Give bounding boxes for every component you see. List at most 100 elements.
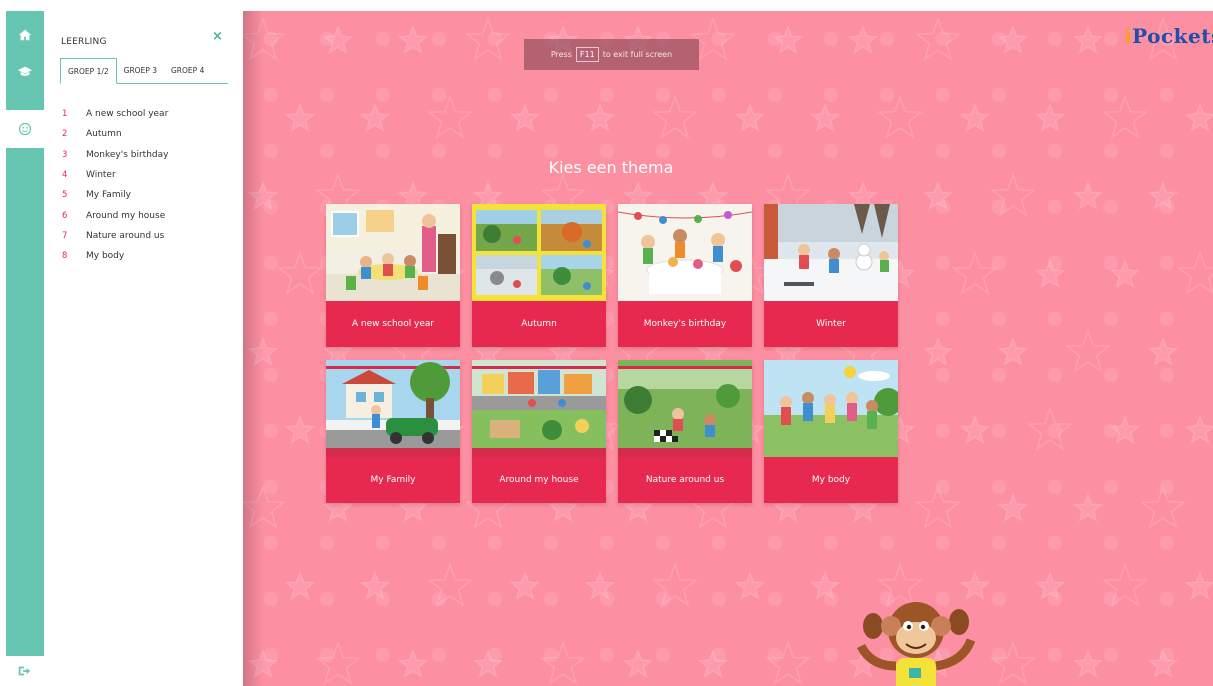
- background-star: [427, 94, 473, 139]
- background-star: [997, 24, 1029, 54]
- neighbourhood-illustration: [472, 360, 606, 457]
- background-star: [997, 492, 1029, 522]
- background-star: [1065, 328, 1111, 373]
- theme-list-item[interactable]: 8 My body: [62, 246, 168, 266]
- sidebar-title: LEERLING: [61, 37, 107, 47]
- theme-label: My body: [86, 251, 125, 262]
- background-star: [809, 102, 841, 132]
- background-star: [1184, 414, 1213, 444]
- background-star: [952, 250, 998, 295]
- tab-groep-3[interactable]: GROEP 3: [117, 58, 164, 83]
- theme-label: Around my house: [86, 210, 166, 221]
- theme-card-label: A new school year: [351, 319, 435, 329]
- background-star: [359, 570, 391, 600]
- background-star: [697, 648, 729, 678]
- main-area: Press F11 to exit full screen iPockets K…: [243, 11, 1213, 686]
- classroom-illustration: [326, 204, 460, 301]
- group-tabs: GROEP 1/2 GROEP 3 GROEP 4: [60, 58, 228, 84]
- background-star: [959, 414, 991, 444]
- background-star: [322, 24, 354, 54]
- fullscreen-hint-suffix: to exit full screen: [602, 50, 673, 59]
- background-star: [397, 648, 429, 678]
- background-star: [243, 16, 286, 61]
- background-star: [847, 24, 879, 54]
- fullscreen-hint-prefix: Press: [550, 50, 572, 59]
- smiley-icon[interactable]: [6, 110, 44, 148]
- birthday-illustration: [618, 204, 752, 301]
- close-icon[interactable]: ×: [212, 29, 223, 44]
- background-star: [284, 414, 316, 444]
- home-icon[interactable]: [6, 16, 44, 54]
- background-star: [540, 640, 586, 685]
- background-star: [1147, 336, 1179, 366]
- fullscreen-hint: Press F11 to exit full screen: [524, 39, 699, 70]
- background-star: [622, 648, 654, 678]
- theme-card-label: My body: [811, 475, 851, 485]
- background-star: [1140, 484, 1186, 529]
- tab-groep-4[interactable]: GROEP 4: [164, 58, 211, 83]
- theme-card[interactable]: My body: [764, 360, 898, 503]
- background-star: [915, 484, 961, 529]
- background-star: [765, 640, 811, 685]
- children-playing-illustration: [764, 360, 898, 457]
- logout-icon[interactable]: [17, 664, 31, 678]
- theme-label: My Family: [86, 190, 131, 201]
- background-star: [1102, 94, 1148, 139]
- background-star: [1072, 648, 1104, 678]
- logo-name: Pockets: [1132, 24, 1213, 48]
- sidebar-panel: LEERLING × GROEP 1/2 GROEP 3 GROEP 4 1 A …: [44, 11, 243, 686]
- background-star: [1027, 406, 1073, 451]
- theme-label: Monkey's birthday: [86, 149, 169, 160]
- theme-card-label: My Family: [370, 475, 416, 485]
- theme-card[interactable]: Winter: [764, 204, 898, 347]
- theme-card[interactable]: Around my house: [472, 360, 606, 503]
- theme-card[interactable]: Nature around us: [618, 360, 752, 503]
- background-star: [1184, 570, 1213, 600]
- background-star: [922, 336, 954, 366]
- theme-list-item[interactable]: 2 Autumn: [62, 124, 168, 144]
- theme-card[interactable]: Autumn: [472, 204, 606, 347]
- theme-list-item[interactable]: 5 My Family: [62, 185, 168, 205]
- background-star: [922, 180, 954, 210]
- theme-list-item[interactable]: 4 Winter: [62, 165, 168, 185]
- ipockets-logo[interactable]: iPockets: [1124, 24, 1213, 48]
- page-title: Kies een thema: [548, 158, 674, 177]
- theme-number: 3: [62, 149, 68, 160]
- tab-groep-1-2[interactable]: GROEP 1/2: [60, 58, 117, 84]
- background-star: [1177, 250, 1213, 295]
- background-star: [472, 648, 504, 678]
- theme-card[interactable]: My Family: [326, 360, 460, 503]
- f11-key: F11: [575, 47, 599, 62]
- theme-list-item[interactable]: 1 A new school year: [62, 104, 168, 124]
- background-star: [465, 16, 511, 61]
- background-star: [1147, 180, 1179, 210]
- theme-label: A new school year: [86, 109, 169, 120]
- theme-list-item[interactable]: 3 Monkey's birthday: [62, 145, 168, 165]
- theme-label: Winter: [86, 170, 116, 181]
- theme-label: Autumn: [86, 129, 122, 140]
- theme-number: 2: [62, 129, 68, 140]
- background-star: [584, 570, 616, 600]
- theme-card[interactable]: A new school year: [326, 204, 460, 347]
- theme-card[interactable]: Monkey's birthday: [618, 204, 752, 347]
- background-star: [315, 640, 361, 685]
- theme-number: 8: [62, 251, 68, 262]
- background-star: [1072, 24, 1104, 54]
- background-star: [772, 24, 804, 54]
- theme-list-item[interactable]: 6 Around my house: [62, 205, 168, 225]
- background-star: [277, 250, 323, 295]
- graduation-cap-icon[interactable]: [6, 52, 44, 90]
- background-star: [734, 102, 766, 132]
- background-star: [247, 180, 279, 210]
- background-star: [243, 484, 286, 529]
- theme-list-item[interactable]: 7 Nature around us: [62, 226, 168, 246]
- icon-rail: [6, 11, 44, 656]
- app: LEERLING × GROEP 1/2 GROEP 3 GROEP 4 1 A …: [0, 0, 1213, 686]
- background-star: [1147, 648, 1179, 678]
- theme-number: 1: [62, 109, 68, 120]
- background-star: [990, 640, 1036, 685]
- background-star: [509, 570, 541, 600]
- background-star: [284, 570, 316, 600]
- background-star: [734, 570, 766, 600]
- background-star: [1034, 258, 1066, 288]
